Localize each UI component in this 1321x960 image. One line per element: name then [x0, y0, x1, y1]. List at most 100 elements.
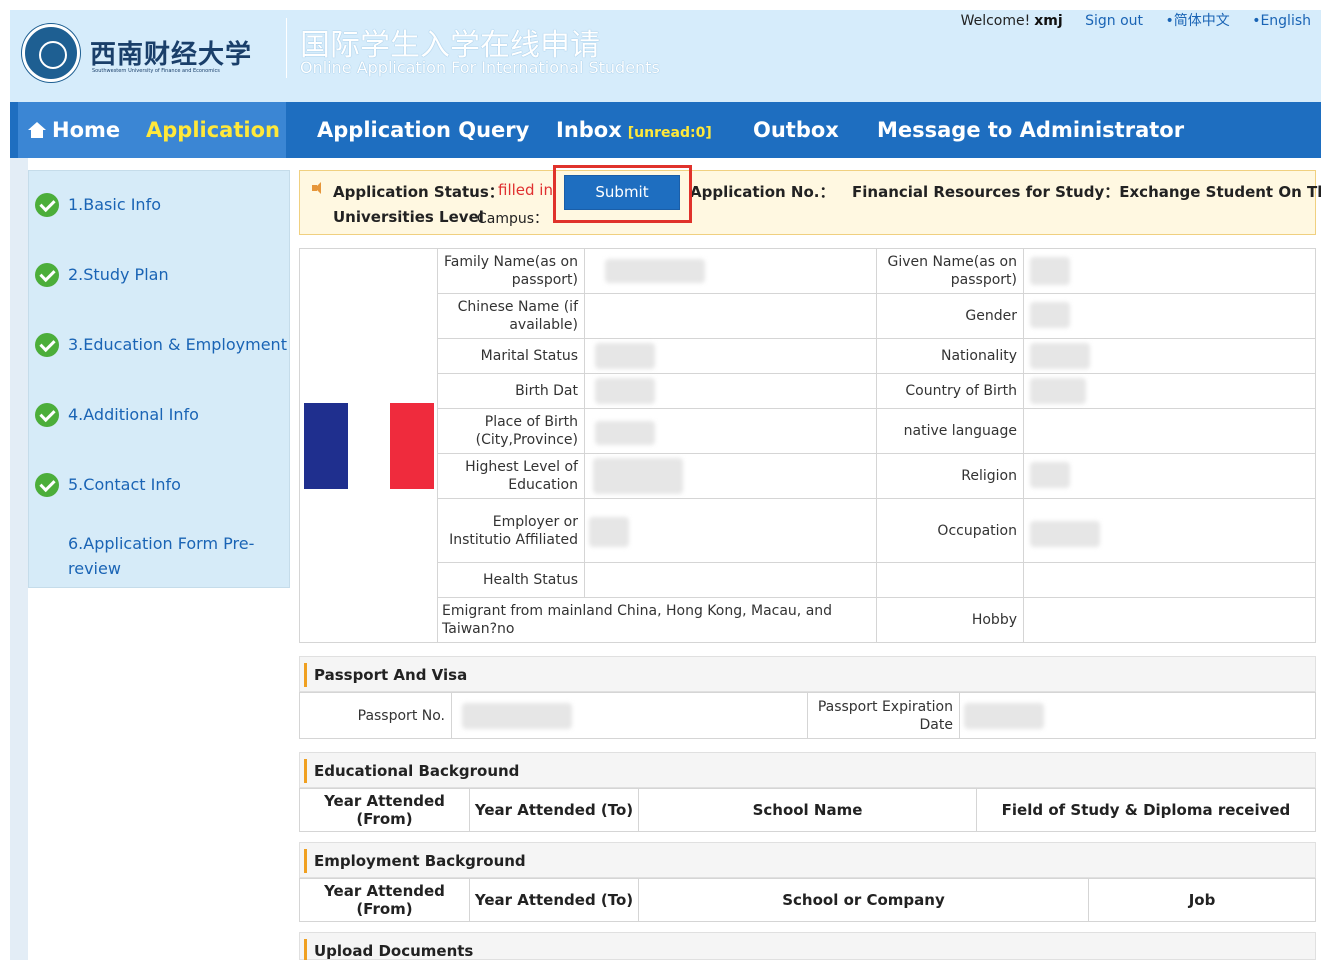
health-status-value [585, 563, 877, 597]
employer-value [585, 499, 877, 562]
table-row: Employer or Institutio Affiliated Occupa… [438, 499, 1315, 563]
submit-button[interactable]: Submit [564, 175, 680, 210]
table-row: Family Name(as on passport) Given Name(a… [438, 249, 1315, 294]
status-value: filled in [498, 181, 553, 199]
table-row: Chinese Name (if available) Gender [438, 294, 1315, 339]
nav-inbox-label: Inbox [556, 118, 622, 142]
sign-out-link[interactable]: Sign out [1085, 13, 1143, 29]
sidebar-item-label: 1.Basic Info [68, 195, 161, 214]
birth-date-label: Birth Dat [438, 374, 585, 408]
religion-label: Religion [877, 454, 1024, 498]
column-header: Year Attended (From) [300, 789, 470, 831]
table-row: Place of Birth (City,Province) native la… [438, 409, 1315, 454]
column-header: Field of Study & Diploma received [1001, 801, 1291, 819]
flag-red-stripe [390, 403, 434, 489]
check-icon [35, 333, 59, 357]
passport-number-value [452, 693, 808, 738]
financial-resources-label: Financial Resources for Study：Exchange S… [852, 183, 1321, 201]
user-bar: Welcome! xmj Sign out •简体中文 •English [961, 10, 1311, 30]
column-header: School Name [639, 789, 977, 831]
chinese-name-value [585, 294, 877, 338]
campus-label: Campus： [477, 211, 549, 227]
upload-section-title: Upload Documents [314, 942, 474, 960]
nav-application[interactable]: Application [124, 102, 286, 158]
column-header: Year Attended (From) [300, 879, 470, 921]
sidebar-item-label: 2.Study Plan [68, 265, 169, 284]
application-status-bar: Application Status： filled in Applicatio… [299, 170, 1321, 235]
highest-education-label: Highest Level of Education [438, 454, 585, 498]
family-name-label: Family Name(as on passport) [438, 249, 585, 293]
main-nav: Home Application Application Query Inbox… [10, 102, 1321, 158]
passport-section-body: Passport No. Passport Expiration Date [299, 692, 1316, 739]
health-status-label: Health Status [438, 563, 585, 597]
logo-english-name: Southwestern University of Finance and E… [92, 68, 220, 74]
flag-blue-stripe [304, 403, 348, 489]
table-row: Marital Status Nationality [438, 339, 1315, 374]
unread-count: [unread:0] [627, 125, 712, 141]
column-header: School or Company [639, 879, 1089, 921]
employment-section-header: Employment Background [299, 842, 1316, 878]
employer-label: Employer or Institutio Affiliated [438, 499, 585, 562]
employment-table-header: Year Attended (From) Year Attended (To) … [299, 878, 1316, 922]
table-row: Highest Level of Education Religion [438, 454, 1315, 499]
header-divider [286, 18, 287, 78]
country-of-birth-label: Country of Birth [877, 374, 1024, 408]
native-language-label: native language [877, 409, 1024, 453]
marital-status-label: Marital Status [438, 339, 585, 373]
table-row: Emigrant from mainland China, Hong Kong,… [438, 598, 1315, 642]
left-strip [10, 158, 28, 960]
university-seal-icon [22, 24, 80, 82]
check-icon [35, 403, 59, 427]
employment-section-title: Employment Background [314, 852, 526, 870]
nav-message-admin[interactable]: Message to Administrator [877, 102, 1184, 158]
application-number-label: Application No.： [690, 183, 835, 201]
family-name-value [585, 249, 877, 293]
status-label: Application Status： [333, 183, 504, 201]
check-icon [35, 473, 59, 497]
emigrant-cell: Emigrant from mainland China, Hong Kong,… [438, 598, 877, 642]
table-row: Birth Dat Country of Birth [438, 374, 1315, 409]
empty-label-cell [877, 563, 1024, 597]
language-chinese-link[interactable]: •简体中文 [1165, 13, 1229, 29]
universities-level-label: Universities Level [333, 208, 484, 226]
applicant-photo [300, 249, 438, 642]
education-table-header: Year Attended (From) Year Attended (To) … [299, 788, 1316, 832]
given-name-label: Given Name(as on passport) [877, 249, 1024, 293]
hobby-label: Hobby [877, 598, 1024, 642]
nav-outbox[interactable]: Outbox [753, 102, 839, 158]
username: xmj [1034, 13, 1063, 29]
education-section-title: Educational Background [314, 762, 520, 780]
table-row: Health Status [438, 563, 1315, 598]
check-icon [35, 263, 59, 287]
occupation-label: Occupation [877, 499, 1024, 562]
birth-date-value [585, 374, 877, 408]
sidebar-item-pre-review[interactable]: 6.Application Form Pre-review [68, 531, 278, 581]
nav-home-label: Home [52, 118, 121, 142]
gender-label: Gender [877, 294, 1024, 338]
nationality-label: Nationality [877, 339, 1024, 373]
emigrant-question: Emigrant from mainland China, Hong Kong,… [442, 603, 833, 637]
nav-inbox[interactable]: Inbox [unread:0] [556, 102, 712, 158]
nav-home[interactable]: Home [18, 102, 124, 158]
education-section-header: Educational Background [299, 752, 1316, 788]
column-header: Job [1188, 891, 1216, 909]
sidebar: 1.Basic Info 2.Study Plan 3.Education & … [28, 170, 290, 588]
marital-status-value [585, 339, 877, 373]
chinese-name-label: Chinese Name (if available) [438, 294, 585, 338]
university-logo[interactable]: 西南财经大学 Southwestern University of Financ… [22, 20, 282, 86]
basic-info-table: Family Name(as on passport) Given Name(a… [299, 248, 1316, 643]
language-english-link[interactable]: •English [1252, 13, 1311, 29]
passport-section-title: Passport And Visa [314, 666, 468, 684]
nav-application-query[interactable]: Application Query [317, 102, 529, 158]
sidebar-item-label: 3.Education & Employment [68, 335, 287, 354]
sidebar-item-label: 5.Contact Info [68, 475, 181, 494]
column-header: Year Attended (To) [470, 789, 639, 831]
check-icon [35, 193, 59, 217]
passport-number-label: Passport No. [300, 693, 452, 738]
place-of-birth-label: Place of Birth (City,Province) [438, 409, 585, 453]
highest-education-value [585, 454, 877, 498]
site-title-english: Online Application For International Stu… [300, 58, 660, 77]
upload-section-header: Upload Documents [299, 932, 1316, 960]
sidebar-item-label: 4.Additional Info [68, 405, 199, 424]
logo-chinese-name: 西南财经大学 [90, 40, 253, 70]
